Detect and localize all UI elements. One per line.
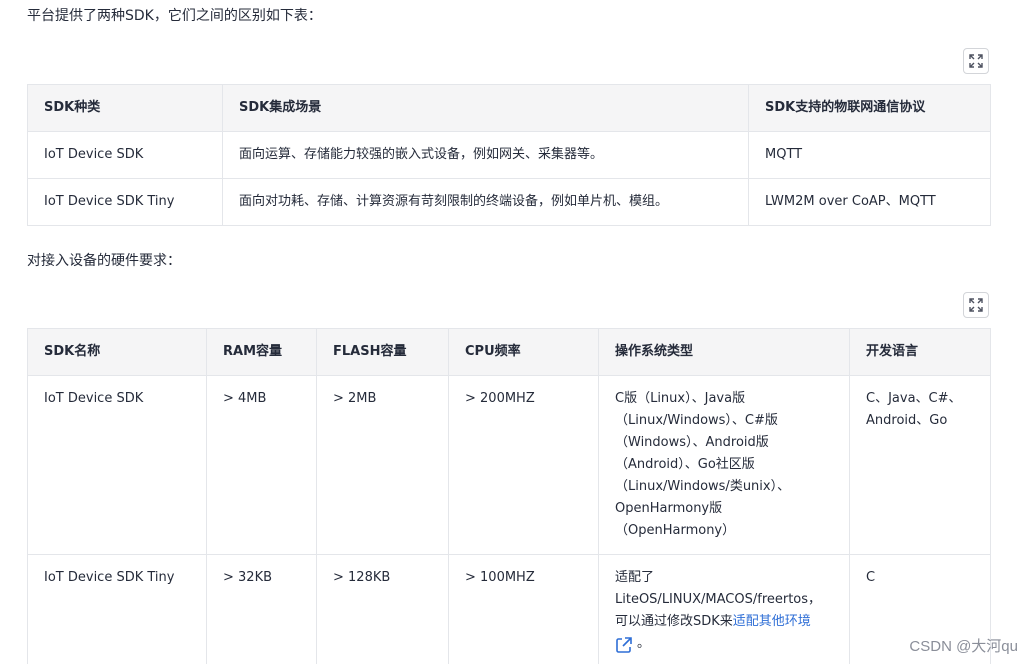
table-cell: MQTT: [748, 131, 991, 179]
table-cell: LWM2M over CoAP、MQTT: [748, 178, 991, 226]
hardware-requirements-table: SDK名称 RAM容量 FLASH容量 CPU频率 操作系统类型 开发语言 Io…: [27, 328, 991, 664]
table-header-cell: SDK支持的物联网通信协议: [748, 84, 991, 132]
os-line: 适配了: [615, 570, 655, 585]
language-line: C、Java、C#、: [866, 391, 962, 406]
intro-paragraph: 平台提供了两种SDK，它们之间的区别如下表：: [27, 8, 322, 24]
table-cell: IoT Device SDK: [27, 375, 207, 555]
expand-icon: [969, 54, 983, 68]
os-line: （Windows）、Android版: [615, 435, 769, 450]
adapt-other-env-link[interactable]: 适配其他环境: [733, 614, 811, 629]
table-header-cell: FLASH容量: [316, 328, 449, 376]
table-row: IoT Device SDK > 4MB > 2MB > 200MHZ C版（L…: [27, 375, 991, 555]
table-cell: > 128KB: [316, 554, 449, 664]
os-line: C版（Linux）、Java版: [615, 391, 746, 406]
table-header-cell: RAM容量: [206, 328, 317, 376]
table-cell: 面向运算、存储能力较强的嵌入式设备，例如网关、采集器等。: [222, 131, 749, 179]
expand-icon: [969, 298, 983, 312]
external-link-icon[interactable]: [615, 636, 633, 654]
table-header-cell: CPU频率: [448, 328, 599, 376]
table-header-cell: 开发语言: [849, 328, 991, 376]
table-header-cell: SDK集成场景: [222, 84, 749, 132]
table-cell: > 100MHZ: [448, 554, 599, 664]
document-page: 平台提供了两种SDK，它们之间的区别如下表： SDK种类 SDK集成场景 SDK…: [0, 0, 1024, 664]
table-row: IoT Device SDK 面向运算、存储能力较强的嵌入式设备，例如网关、采集…: [27, 131, 991, 179]
table-cell: > 200MHZ: [448, 375, 599, 555]
table-header-cell: SDK种类: [27, 84, 223, 132]
table-row: IoT Device SDK Tiny 面向对功耗、存储、计算资源有苛刻限制的终…: [27, 178, 991, 226]
os-line: 。: [615, 633, 833, 655]
language-line: Android、Go: [866, 413, 948, 428]
table-row: IoT Device SDK Tiny > 32KB > 128KB > 100…: [27, 554, 991, 664]
table-cell: > 4MB: [206, 375, 317, 555]
table-cell: 面向对功耗、存储、计算资源有苛刻限制的终端设备，例如单片机、模组。: [222, 178, 749, 226]
os-line: LiteOS/LINUX/MACOS/freertos，: [615, 592, 822, 607]
os-line: （Android）、Go社区版: [615, 457, 755, 472]
table-cell: IoT Device SDK: [27, 131, 223, 179]
os-line: （OpenHarmony）: [615, 523, 736, 538]
sdk-type-table: SDK种类 SDK集成场景 SDK支持的物联网通信协议 IoT Device S…: [27, 84, 991, 226]
os-type-cell: 适配了 LiteOS/LINUX/MACOS/freertos， 可以通过修改S…: [598, 554, 850, 664]
table-cell: IoT Device SDK Tiny: [27, 554, 207, 664]
table-cell: > 32KB: [206, 554, 317, 664]
os-line: 可以通过修改SDK来适配其他环境: [615, 611, 833, 633]
os-line: （Linux/Windows）、C#版: [615, 413, 778, 428]
os-line-text: 。: [637, 636, 651, 651]
table-header-cell: SDK名称: [27, 328, 207, 376]
table2-expand-button[interactable]: [963, 292, 989, 318]
os-line: OpenHarmony版: [615, 501, 723, 516]
language-cell: C、Java、C#、 Android、Go: [849, 375, 991, 555]
table-cell: > 2MB: [316, 375, 449, 555]
table1-expand-button[interactable]: [963, 48, 989, 74]
watermark: CSDN @大河qu: [909, 638, 1018, 655]
os-line: （Linux/Windows/类unix）、: [615, 479, 791, 494]
hardware-paragraph: 对接入设备的硬件要求：: [27, 253, 181, 269]
table-cell: IoT Device SDK Tiny: [27, 178, 223, 226]
table-header-row: SDK名称 RAM容量 FLASH容量 CPU频率 操作系统类型 开发语言: [27, 328, 991, 376]
os-type-cell: C版（Linux）、Java版 （Linux/Windows）、C#版 （Win…: [598, 375, 850, 555]
table-header-row: SDK种类 SDK集成场景 SDK支持的物联网通信协议: [27, 84, 991, 132]
os-line-text: 可以通过修改SDK来: [615, 614, 733, 629]
table-header-cell: 操作系统类型: [598, 328, 850, 376]
